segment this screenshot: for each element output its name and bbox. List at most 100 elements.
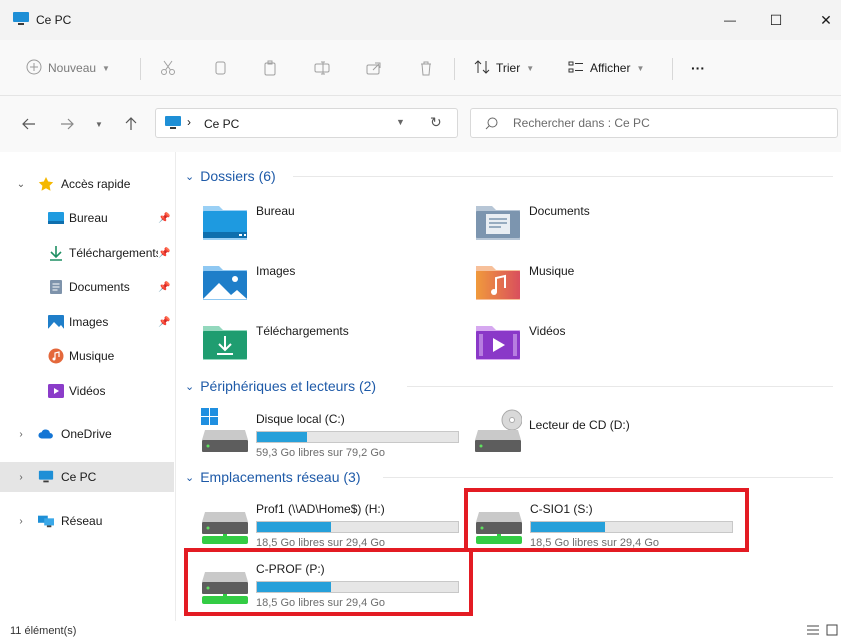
this-pc-icon	[38, 469, 54, 485]
document-icon	[48, 279, 64, 295]
drive-tile-local-c[interactable]: Disque local (C:) 59,3 Go libres sur 79,…	[201, 408, 466, 464]
drive-usage-bar	[256, 521, 459, 533]
share-button[interactable]	[366, 56, 382, 80]
forward-button[interactable]	[56, 116, 78, 132]
sidebar-item-documents[interactable]: Documents 📌	[0, 272, 174, 302]
group-header-network[interactable]: ⌄ Emplacements réseau (3)	[185, 466, 835, 488]
toolbar-separator	[140, 58, 141, 80]
group-header-folders[interactable]: ⌄ Dossiers (6)	[185, 165, 835, 187]
cloud-icon	[38, 426, 54, 442]
sidebar-item-label: Accès rapide	[61, 177, 131, 191]
status-bar: 11 élément(s)	[0, 621, 841, 641]
sidebar-item-quick-access[interactable]: ⌄ Accès rapide	[0, 169, 174, 199]
view-button[interactable]: Afficher ▼	[568, 56, 644, 80]
details-view-icon[interactable]	[806, 624, 820, 639]
paste-icon	[264, 60, 276, 76]
chevron-right-icon[interactable]: ›	[16, 429, 26, 440]
share-icon	[366, 62, 381, 75]
view-label: Afficher	[590, 61, 631, 75]
view-list-icon	[568, 59, 584, 78]
paste-button[interactable]	[262, 56, 278, 80]
network-drive-tile-h[interactable]: Prof1 (\\AD\Home$) (H:) 18,5 Go libres s…	[201, 498, 466, 554]
pin-icon[interactable]: 📌	[158, 213, 170, 224]
sidebar-item-onedrive[interactable]: › OneDrive	[0, 419, 174, 449]
folder-tile-downloads[interactable]: Téléchargements	[201, 320, 461, 376]
folder-tile-documents[interactable]: Documents	[474, 200, 734, 256]
back-button[interactable]	[18, 116, 40, 132]
sidebar-item-videos[interactable]: Vidéos	[0, 376, 174, 406]
rename-icon	[314, 61, 330, 75]
star-icon	[38, 176, 54, 192]
highlight-box-p-drive	[184, 548, 473, 616]
content-pane: ⌄ Dossiers (6) Bureau Documents Images M…	[177, 152, 841, 622]
tiles-view-icon[interactable]	[826, 624, 838, 639]
download-arrow-icon	[48, 245, 64, 261]
folder-tile-music[interactable]: Musique	[474, 260, 734, 316]
chevron-right-icon[interactable]: ›	[16, 472, 26, 483]
drive-usage-fill	[257, 432, 308, 442]
sidebar-item-this-pc[interactable]: › Ce PC	[0, 462, 174, 492]
chevron-down-icon[interactable]: ⌄	[16, 179, 26, 190]
sidebar-item-downloads[interactable]: Téléchargements 📌	[0, 238, 174, 268]
group-header-devices[interactable]: ⌄ Périphériques et lecteurs (2)	[185, 375, 835, 397]
sidebar-item-desktop[interactable]: Bureau 📌	[0, 203, 174, 233]
delete-button[interactable]	[418, 56, 434, 80]
chevron-down-icon[interactable]: ▼	[396, 117, 405, 127]
documents-folder-icon	[476, 206, 520, 240]
refresh-icon[interactable]: ↻	[430, 114, 442, 131]
cut-button[interactable]	[160, 56, 176, 80]
new-button[interactable]: Nouveau ▼	[26, 56, 110, 80]
videos-folder-icon	[476, 326, 520, 360]
folder-name: Bureau	[256, 204, 295, 218]
sidebar-item-label: Réseau	[61, 514, 103, 528]
plus-circle-icon	[26, 59, 42, 78]
sidebar-item-label: Documents	[69, 280, 130, 294]
sidebar-item-music[interactable]: Musique	[0, 341, 174, 371]
breadcrumb-this-pc[interactable]: Ce PC	[204, 117, 239, 131]
network-icon	[38, 513, 54, 529]
pin-icon[interactable]: 📌	[158, 248, 170, 259]
close-button[interactable]: ✕	[806, 8, 841, 32]
sidebar-item-pictures[interactable]: Images 📌	[0, 307, 174, 337]
video-icon	[48, 383, 64, 399]
search-icon	[485, 117, 498, 133]
chevron-right-icon[interactable]: ›	[16, 516, 26, 527]
group-divider	[293, 176, 833, 177]
sidebar-item-label: Musique	[69, 349, 115, 363]
more-options-button[interactable]: ···	[691, 56, 705, 80]
title-bar: Ce PC — ☐ ✕	[0, 0, 841, 40]
drive-tile-cd-d[interactable]: Lecteur de CD (D:)	[474, 408, 739, 464]
pictures-folder-icon	[203, 266, 247, 300]
window-title: Ce PC	[36, 13, 72, 27]
toolbar-separator	[672, 58, 673, 80]
folder-name: Documents	[529, 204, 590, 218]
folder-tile-pictures[interactable]: Images	[201, 260, 461, 316]
recent-locations-button[interactable]: ▼	[88, 116, 110, 132]
sort-button[interactable]: Trier ▼	[474, 56, 534, 80]
minimize-button[interactable]: —	[710, 8, 750, 32]
folder-tile-desktop[interactable]: Bureau	[201, 200, 461, 256]
drive-usage-bar	[256, 431, 459, 443]
drive-name: Disque local (C:)	[256, 412, 345, 426]
search-box[interactable]	[470, 108, 838, 138]
navigation-bar: ▼ › Ce PC ▼ ↻	[0, 96, 841, 152]
sort-icon	[474, 59, 490, 78]
picture-icon	[48, 314, 64, 330]
search-input[interactable]	[513, 116, 813, 130]
address-bar[interactable]: › Ce PC ▼ ↻	[155, 108, 458, 138]
maximize-button[interactable]: ☐	[756, 8, 796, 32]
pin-icon[interactable]: 📌	[158, 317, 170, 328]
chevron-down-icon: ⌄	[185, 471, 195, 484]
drive-name: Lecteur de CD (D:)	[529, 418, 630, 432]
rename-button[interactable]	[314, 56, 330, 80]
copy-button[interactable]	[212, 56, 228, 80]
folder-tile-videos[interactable]: Vidéos	[474, 320, 734, 376]
up-button[interactable]	[120, 116, 142, 132]
chevron-down-icon: ▼	[102, 63, 110, 73]
sidebar-item-label: Images	[69, 315, 109, 329]
chevron-down-icon: ⌄	[185, 170, 195, 183]
sidebar-item-network[interactable]: › Réseau	[0, 506, 174, 536]
folder-name: Vidéos	[529, 324, 566, 338]
pin-icon[interactable]: 📌	[158, 282, 170, 293]
drive-usage-fill	[257, 522, 332, 532]
